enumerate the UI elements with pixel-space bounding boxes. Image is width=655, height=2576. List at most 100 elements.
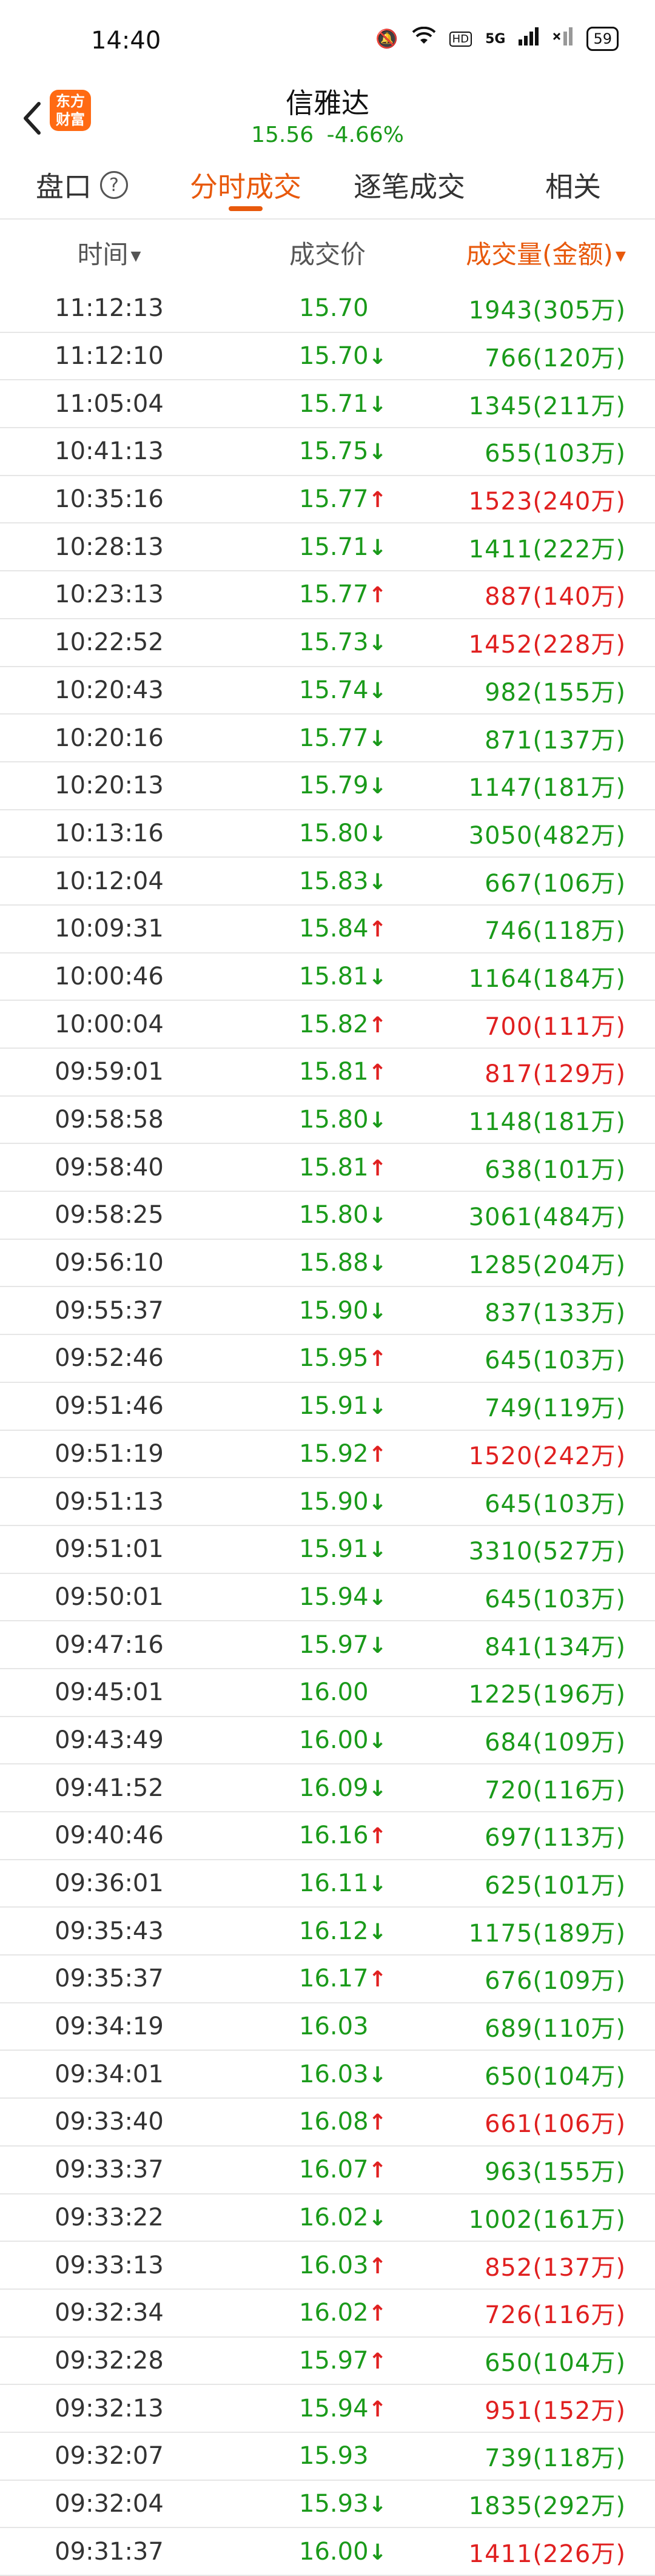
arrow-up-icon: ↑ — [368, 1442, 387, 1467]
table-row: 09:50:01 15.94↓ 645(103万) — [0, 1574, 655, 1622]
tab-tick-trades[interactable]: 逐笔成交 — [328, 152, 491, 218]
table-row: 09:51:01 15.91↓ 3310(527万) — [0, 1526, 655, 1574]
trade-price: 15.81↓ — [299, 962, 387, 990]
trade-time: 10:20:43 — [55, 676, 164, 704]
trade-price: 15.73↓ — [299, 628, 387, 657]
trade-time: 09:33:13 — [55, 2251, 164, 2279]
table-row: 09:33:37 16.07↑ 963(155万) — [0, 2147, 655, 2194]
trade-volume: 684(109万) — [485, 1728, 626, 1757]
arrow-up-icon: ↑ — [368, 2301, 387, 2327]
arrow-down-icon: ↓ — [368, 1251, 387, 1277]
table-row: 09:32:07 15.93 739(118万) — [0, 2433, 655, 2481]
trade-volume: 852(137万) — [485, 2253, 626, 2282]
table-row: 09:36:01 16.11↓ 625(101万) — [0, 1860, 655, 1908]
arrow-down-icon: ↓ — [368, 726, 387, 752]
trade-time: 10:00:04 — [55, 1010, 164, 1038]
arrow-up-icon: ↑ — [368, 1012, 387, 1038]
table-row: 10:20:16 15.77↓ 871(137万) — [0, 715, 655, 762]
arrow-down-icon: ↓ — [368, 1633, 387, 1658]
arrow-down-icon: ↓ — [368, 869, 387, 895]
trade-volume: 638(101万) — [485, 1155, 626, 1184]
signal-5g-icon: 5G — [485, 31, 506, 47]
table-row: 10:12:04 15.83↓ 667(106万) — [0, 858, 655, 906]
table-row: 09:51:19 15.92↑ 1520(242万) — [0, 1431, 655, 1479]
table-row: 10:09:31 15.84↑ 746(118万) — [0, 906, 655, 953]
table-row: 09:59:01 15.81↑ 817(129万) — [0, 1049, 655, 1097]
trade-time: 09:32:04 — [55, 2489, 164, 2518]
trade-time: 09:58:40 — [55, 1153, 164, 1182]
trade-time: 10:12:04 — [55, 867, 164, 895]
arrow-down-icon: ↓ — [368, 964, 387, 990]
arrow-down-icon: ↓ — [368, 392, 387, 417]
tab-pankou[interactable]: 盘口 ? — [0, 152, 164, 218]
table-row: 09:51:13 15.90↓ 645(103万) — [0, 1478, 655, 1526]
table-row: 10:22:52 15.73↓ 1452(228万) — [0, 619, 655, 667]
table-row: 10:20:43 15.74↓ 982(155万) — [0, 667, 655, 715]
trade-volume: 871(137万) — [485, 726, 626, 755]
sort-down-icon: ▼ — [615, 248, 626, 264]
arrow-down-icon: ↓ — [368, 1394, 387, 1420]
tab-minute-trades[interactable]: 分时成交 — [164, 152, 328, 218]
trade-volume: 3061(484万) — [468, 1203, 626, 1232]
table-row: 09:58:25 15.80↓ 3061(484万) — [0, 1192, 655, 1240]
trade-time: 09:32:34 — [55, 2299, 164, 2327]
trade-time: 09:34:19 — [55, 2013, 164, 2041]
trade-time: 09:32:07 — [55, 2442, 164, 2470]
trade-volume: 817(129万) — [485, 1060, 626, 1089]
arrow-up-icon: ↑ — [368, 2110, 387, 2136]
trade-price: 16.02↓ — [299, 2203, 387, 2231]
trade-volume: 1164(184万) — [468, 964, 626, 993]
table-row: 09:35:43 16.12↓ 1175(189万) — [0, 1908, 655, 1956]
status-bar: 14:40 🔕 HD 5G 59 — [0, 0, 655, 85]
status-time: 14:40 — [91, 27, 161, 55]
trade-price: 16.17↑ — [299, 1965, 387, 1993]
trade-time: 09:51:13 — [55, 1487, 164, 1516]
trade-volume: 1520(242万) — [468, 1442, 626, 1470]
hd-icon: HD — [449, 31, 472, 47]
trade-price: 15.71↓ — [299, 389, 387, 418]
trade-price: 16.03 — [299, 2013, 369, 2041]
trade-time: 09:43:49 — [55, 1726, 164, 1754]
trade-list[interactable]: 11:12:13 15.70 1943(305万) 11:12:10 15.70↓ 766… — [0, 285, 655, 2576]
trade-volume: 1411(222万) — [468, 535, 626, 563]
trade-price: 16.02↑ — [299, 2299, 387, 2327]
trade-time: 09:40:46 — [55, 1821, 164, 1850]
trade-price: 15.88↓ — [299, 1249, 387, 1277]
trade-time: 09:33:37 — [55, 2156, 164, 2184]
table-row: 09:43:49 16.00↓ 684(109万) — [0, 1717, 655, 1765]
arrow-down-icon: ↓ — [368, 1919, 387, 1945]
table-row: 09:56:10 15.88↓ 1285(204万) — [0, 1240, 655, 1288]
trade-time: 09:47:16 — [55, 1630, 164, 1659]
trade-price: 15.92↑ — [299, 1439, 387, 1468]
table-row: 09:34:01 16.03↓ 650(104万) — [0, 2051, 655, 2099]
trade-time: 09:52:46 — [55, 1344, 164, 1373]
trade-volume: 1285(204万) — [468, 1251, 626, 1280]
arrow-up-icon: ↑ — [368, 1824, 387, 1849]
trade-time: 09:34:01 — [55, 2060, 164, 2088]
trade-price: 15.93 — [299, 2442, 369, 2470]
trade-volume: 963(155万) — [485, 2158, 626, 2187]
table-row: 09:47:16 15.97↓ 841(134万) — [0, 1621, 655, 1669]
trade-price: 16.09↓ — [299, 1774, 387, 1802]
trade-volume: 625(101万) — [485, 1872, 626, 1900]
column-volume[interactable]: 成交量(金额) ▼ — [437, 234, 655, 271]
trade-volume: 3050(482万) — [468, 821, 626, 850]
arrow-up-icon: ↑ — [368, 2349, 387, 2374]
table-row: 09:40:46 16.16↑ 697(113万) — [0, 1812, 655, 1860]
arrow-down-icon: ↓ — [368, 1108, 387, 1134]
trade-time: 09:33:22 — [55, 2203, 164, 2231]
table-row: 09:41:52 16.09↓ 720(116万) — [0, 1764, 655, 1812]
trade-price: 16.00↓ — [299, 1726, 387, 1754]
column-time[interactable]: 时间 ▼ — [0, 234, 218, 271]
help-icon[interactable]: ? — [100, 171, 128, 199]
trade-volume: 1147(181万) — [468, 774, 626, 802]
trade-price: 15.94↑ — [299, 2394, 387, 2423]
trade-price: 15.93↓ — [299, 2489, 387, 2518]
table-row: 09:52:46 15.95↑ 645(103万) — [0, 1335, 655, 1383]
trade-time: 09:41:52 — [55, 1774, 164, 1802]
tab-related[interactable]: 相关 — [491, 152, 655, 218]
trade-time: 11:12:13 — [55, 294, 164, 323]
trade-volume: 749(119万) — [485, 1394, 626, 1423]
trade-time: 10:28:13 — [55, 533, 164, 561]
table-row: 10:28:13 15.71↓ 1411(222万) — [0, 523, 655, 572]
